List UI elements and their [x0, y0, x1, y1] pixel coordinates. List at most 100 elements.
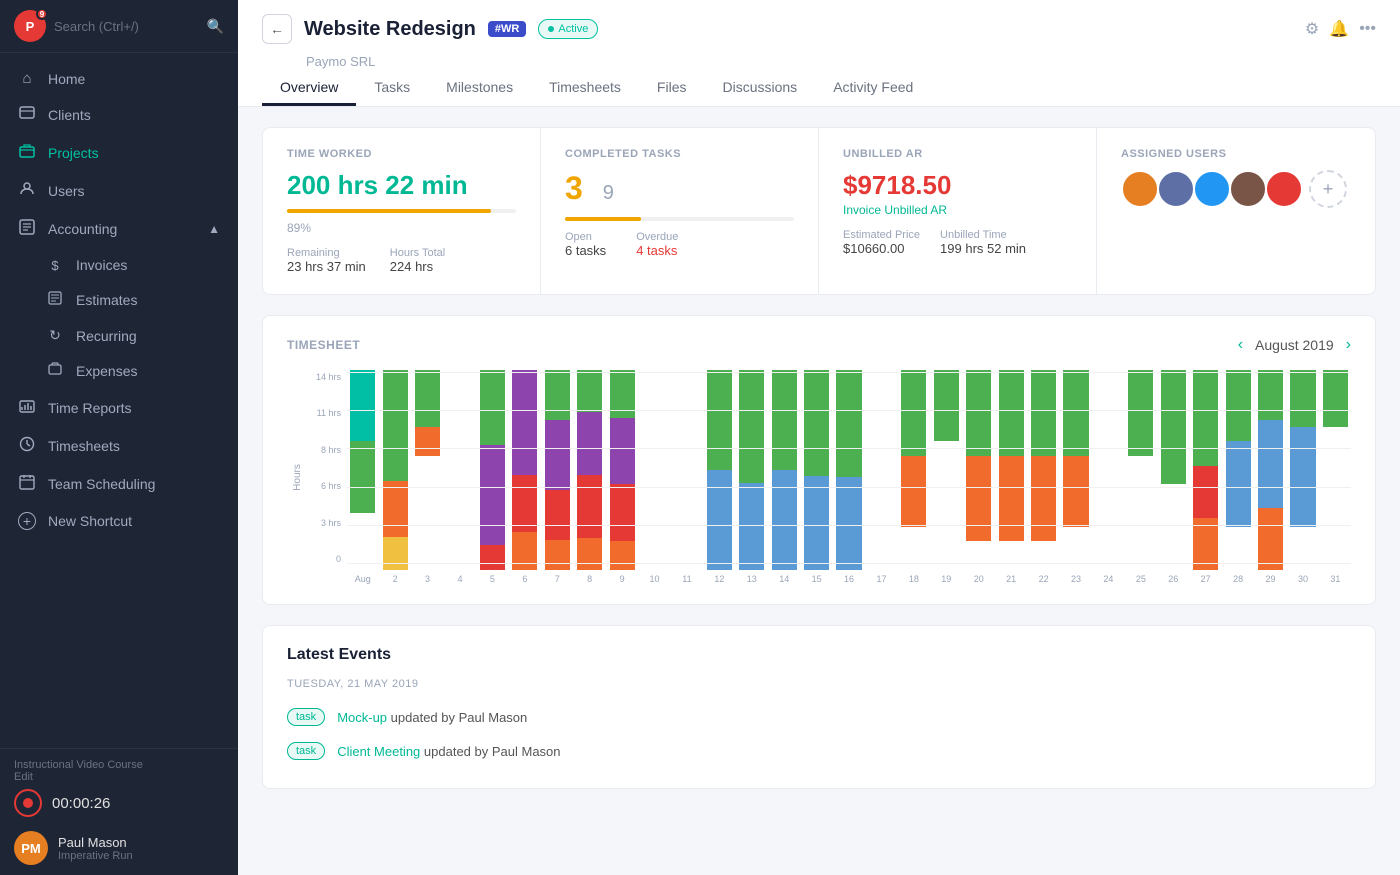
sidebar-label-users: Users: [48, 183, 85, 199]
time-worked-value: 200 hrs 22 min: [287, 170, 516, 201]
sidebar-item-expenses[interactable]: Expenses: [0, 353, 238, 389]
sidebar: P 9 Search (Ctrl+/) 🔍 ⌂ Home Clients: [0, 0, 238, 875]
x-label-14: 15: [801, 574, 832, 584]
bar-seg-purple-6: [545, 420, 570, 490]
bar-group-2: [412, 370, 443, 570]
status-badge: Active: [538, 19, 598, 39]
unbilled-ar-title: UNBILLED AR: [843, 148, 1072, 160]
x-label-6: 7: [542, 574, 573, 584]
sidebar-item-invoices[interactable]: $ Invoices: [0, 248, 238, 282]
avatar-5[interactable]: [1265, 170, 1303, 208]
bar-seg-green-26: [1193, 370, 1218, 466]
events-card: Latest Events TUESDAY, 21 MAY 2019 task …: [262, 625, 1376, 789]
settings-icon[interactable]: ⚙: [1305, 19, 1319, 39]
timer-course-label: Instructional Video Course: [14, 759, 224, 771]
time-progress-pct: 89%: [287, 221, 516, 235]
sidebar-item-timesheets[interactable]: Timesheets: [0, 427, 238, 465]
tab-milestones[interactable]: Milestones: [428, 71, 531, 106]
time-worked-card: TIME WORKED 200 hrs 22 min 89% Remaining…: [263, 128, 541, 294]
event-link-1[interactable]: Mock-up: [337, 710, 387, 725]
bar-seg-blue-15: [836, 477, 861, 570]
timer-edit-label[interactable]: Edit: [14, 771, 224, 783]
x-label-0: Aug: [347, 574, 378, 584]
notifications-icon[interactable]: 🔔: [1329, 19, 1349, 39]
avatar-1[interactable]: [1121, 170, 1159, 208]
next-month-button[interactable]: ›: [1346, 336, 1351, 354]
bar-seg-red-7: [577, 475, 602, 538]
tab-tasks[interactable]: Tasks: [356, 71, 428, 106]
avatar-3[interactable]: [1193, 170, 1231, 208]
stacked-bar-4: [480, 370, 505, 570]
sidebar-item-time-reports[interactable]: Time Reports: [0, 389, 238, 427]
sidebar-item-users[interactable]: Users: [0, 172, 238, 210]
tab-activity-feed[interactable]: Activity Feed: [815, 71, 931, 106]
more-options-icon[interactable]: •••: [1359, 20, 1376, 38]
bar-seg-green-27: [1226, 370, 1251, 441]
bar-seg-blue-28: [1258, 420, 1283, 508]
tab-overview[interactable]: Overview: [262, 71, 356, 106]
sidebar-item-new-shortcut[interactable]: + New Shortcut: [0, 503, 238, 539]
bar-seg-orange-1: [383, 481, 408, 537]
sidebar-item-accounting[interactable]: Accounting ▲: [0, 210, 238, 248]
time-total-label: Hours Total: [390, 247, 445, 259]
tab-discussions[interactable]: Discussions: [704, 71, 815, 106]
sidebar-item-team-scheduling[interactable]: Team Scheduling: [0, 465, 238, 503]
stacked-bar-20: [999, 370, 1024, 570]
sidebar-item-clients[interactable]: Clients: [0, 96, 238, 134]
sidebar-label-projects: Projects: [48, 145, 99, 161]
project-header: ← Website Redesign #WR Active ⚙ 🔔 ••• Pa…: [238, 0, 1400, 107]
estimates-icon: [46, 291, 64, 309]
bar-seg-orange-21: [1031, 456, 1056, 542]
bar-seg-red-4: [480, 545, 505, 570]
bar-group-15: [833, 370, 864, 570]
bar-group-22: [1060, 370, 1091, 570]
avatar-2[interactable]: [1157, 170, 1195, 208]
sidebar-label-accounting: Accounting: [48, 221, 117, 237]
bar-seg-green-0: [350, 441, 375, 512]
time-total-value: 224 hrs: [390, 259, 445, 274]
bar-seg-green-12: [739, 370, 764, 483]
stacked-bar-22: [1063, 370, 1088, 570]
stacked-bar-24: [1128, 370, 1153, 570]
sidebar-item-projects[interactable]: Projects: [0, 134, 238, 172]
back-button[interactable]: ←: [262, 14, 292, 44]
stacked-bar-12: [739, 370, 764, 570]
x-label-9: 10: [639, 574, 670, 584]
bar-seg-red-5: [512, 475, 537, 532]
x-label-22: 23: [1060, 574, 1091, 584]
ct-overdue-label: Overdue: [636, 231, 678, 243]
bar-group-26: [1190, 370, 1221, 570]
timer-stop-button[interactable]: [14, 789, 42, 817]
sidebar-item-home[interactable]: ⌂ Home: [0, 61, 238, 96]
content-area: TIME WORKED 200 hrs 22 min 89% Remaining…: [238, 107, 1400, 875]
bar-seg-green-7: [577, 370, 602, 412]
timesheet-title: TIMESHEET: [287, 338, 360, 352]
search-icon[interactable]: 🔍: [207, 18, 224, 35]
user-info: Paul Mason Imperative Run: [58, 835, 133, 862]
stacked-bar-10: [674, 370, 699, 570]
x-label-21: 22: [1028, 574, 1059, 584]
invoice-unbilled-link[interactable]: Invoice Unbilled AR: [843, 203, 1072, 217]
event-text-2: Client Meeting updated by Paul Mason: [337, 744, 560, 759]
event-link-2[interactable]: Client Meeting: [337, 744, 420, 759]
bar-seg-green-1: [383, 370, 408, 481]
stacked-bar-19: [966, 370, 991, 570]
y-label-8: 8 hrs: [307, 445, 347, 455]
bar-group-3: [444, 370, 475, 570]
prev-month-button[interactable]: ‹: [1238, 336, 1243, 354]
event-tag-1: task: [287, 708, 325, 726]
tab-timesheets[interactable]: Timesheets: [531, 71, 639, 106]
x-label-17: 18: [898, 574, 929, 584]
bar-seg-yellow-1: [383, 537, 408, 570]
sidebar-search-bar[interactable]: P 9 Search (Ctrl+/) 🔍: [0, 0, 238, 53]
stacked-bar-26: [1193, 370, 1218, 570]
bar-seg-purple-5: [512, 370, 537, 475]
add-user-button[interactable]: +: [1309, 170, 1347, 208]
time-sub-row: Remaining 23 hrs 37 min Hours Total 224 …: [287, 247, 516, 274]
sidebar-item-estimates[interactable]: Estimates: [0, 282, 238, 318]
stacked-bar-2: [415, 370, 440, 570]
home-icon: ⌂: [18, 70, 36, 87]
avatar-4[interactable]: [1229, 170, 1267, 208]
tab-files[interactable]: Files: [639, 71, 705, 106]
sidebar-item-recurring[interactable]: ↻ Recurring: [0, 318, 238, 353]
